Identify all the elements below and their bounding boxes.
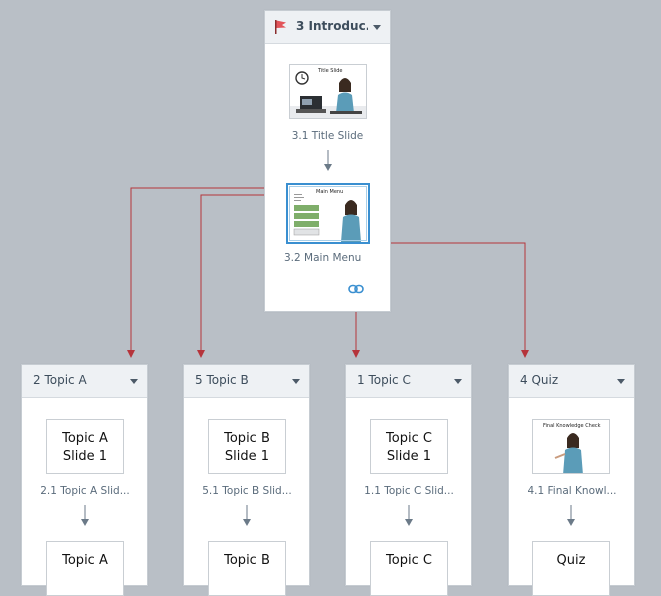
thumb-line: Quiz	[556, 553, 586, 568]
slide-label[interactable]: 2.1 Topic A Slid...	[30, 485, 140, 497]
down-arrow-icon	[81, 505, 89, 526]
thumb-text: Topic C Slide 1	[371, 430, 447, 466]
scene-title: 2 Topic A	[33, 373, 87, 387]
thumb-text: Topic B Slide 1	[209, 430, 285, 466]
down-arrow-icon	[324, 150, 332, 171]
scene-header[interactable]: 5 Topic B	[184, 365, 309, 398]
chain-link-icon[interactable]	[348, 284, 364, 294]
chevron-down-icon[interactable]	[292, 379, 300, 384]
scene-title: 4 Quiz	[520, 373, 559, 387]
slide-label[interactable]: 4.1 Final Knowl...	[517, 485, 627, 497]
scene-title: 5 Topic B	[195, 373, 249, 387]
slide-thumbnail-main-menu[interactable]: Main Menu	[286, 183, 370, 244]
slide-thumbnail[interactable]: Topic C Slide 1	[370, 419, 448, 474]
thumb-text: Topic C	[371, 552, 447, 570]
scene-header[interactable]: 2 Topic A	[22, 365, 147, 398]
thumb-text: Topic A	[47, 552, 123, 570]
slide-thumbnail[interactable]: Topic B Slide 1	[208, 419, 286, 474]
slide-label[interactable]: 3.1 Title Slide	[265, 130, 390, 142]
slide-label[interactable]: 3.2 Main Menu	[284, 252, 364, 264]
thumb-text: Topic B	[209, 552, 285, 570]
slide-thumbnail[interactable]: Topic A Slide 1	[46, 419, 124, 474]
flag-icon	[275, 20, 286, 34]
scene-card-intro[interactable]: 3 Introduc... Title Slide 3.1 Title Slid…	[264, 10, 391, 312]
thumb-title: Main Menu	[316, 189, 344, 195]
chevron-down-icon[interactable]	[373, 25, 381, 30]
thumb-line: Topic A	[62, 553, 108, 568]
scene-title: 3 Introduc...	[296, 19, 368, 33]
chevron-down-icon[interactable]	[130, 379, 138, 384]
scene-title: 1 Topic C	[357, 373, 411, 387]
thumb-text: Topic A Slide 1	[47, 430, 123, 466]
scene-card-topic-c[interactable]: 1 Topic C Topic C Slide 1 1.1 Topic C Sl…	[345, 364, 472, 596]
story-view-canvas[interactable]: 3 Introduc... Title Slide 3.1 Title Slid…	[0, 0, 661, 596]
thumb-line: Topic C	[386, 553, 432, 568]
thumb-line: Topic B	[224, 553, 270, 568]
slide-thumbnail-final-knowledge-check[interactable]: Final Knowledge Check	[532, 419, 610, 474]
slide-thumbnail[interactable]: Topic C	[370, 541, 448, 596]
thumb-line: Topic C	[386, 431, 432, 446]
connector-to-quiz	[382, 242, 529, 358]
thumb-title: Final Knowledge Check	[543, 423, 601, 429]
slide-label[interactable]: 5.1 Topic B Slid...	[192, 485, 302, 497]
thumb-title: Title Slide	[318, 68, 343, 74]
scene-header[interactable]: 4 Quiz	[509, 365, 634, 398]
scene-header[interactable]: 1 Topic C	[346, 365, 471, 398]
slide-thumbnail[interactable]: Quiz	[532, 541, 610, 596]
down-arrow-icon	[243, 505, 251, 526]
slide-thumbnail-title-slide[interactable]: Title Slide	[289, 64, 367, 119]
thumb-line: Topic B	[224, 431, 270, 446]
slide-thumbnail[interactable]: Topic B	[208, 541, 286, 596]
scene-card-topic-a[interactable]: 2 Topic A Topic A Slide 1 2.1 Topic A Sl…	[21, 364, 148, 596]
scene-card-topic-b[interactable]: 5 Topic B Topic B Slide 1 5.1 Topic B Sl…	[183, 364, 310, 596]
thumb-line: Slide 1	[386, 449, 432, 464]
chevron-down-icon[interactable]	[617, 379, 625, 384]
slide-label[interactable]: 1.1 Topic C Slid...	[354, 485, 464, 497]
chevron-down-icon[interactable]	[454, 379, 462, 384]
thumb-text: Quiz	[533, 552, 609, 570]
scene-header[interactable]: 3 Introduc...	[265, 11, 390, 44]
down-arrow-icon	[405, 505, 413, 526]
thumb-line: Slide 1	[62, 449, 108, 464]
thumb-line: Topic A	[62, 431, 108, 446]
slide-thumbnail[interactable]: Topic A	[46, 541, 124, 596]
thumb-line: Slide 1	[224, 449, 270, 464]
down-arrow-icon	[567, 505, 575, 526]
scene-card-quiz[interactable]: 4 Quiz Final Knowledge Check 4.1 Final K…	[508, 364, 635, 596]
